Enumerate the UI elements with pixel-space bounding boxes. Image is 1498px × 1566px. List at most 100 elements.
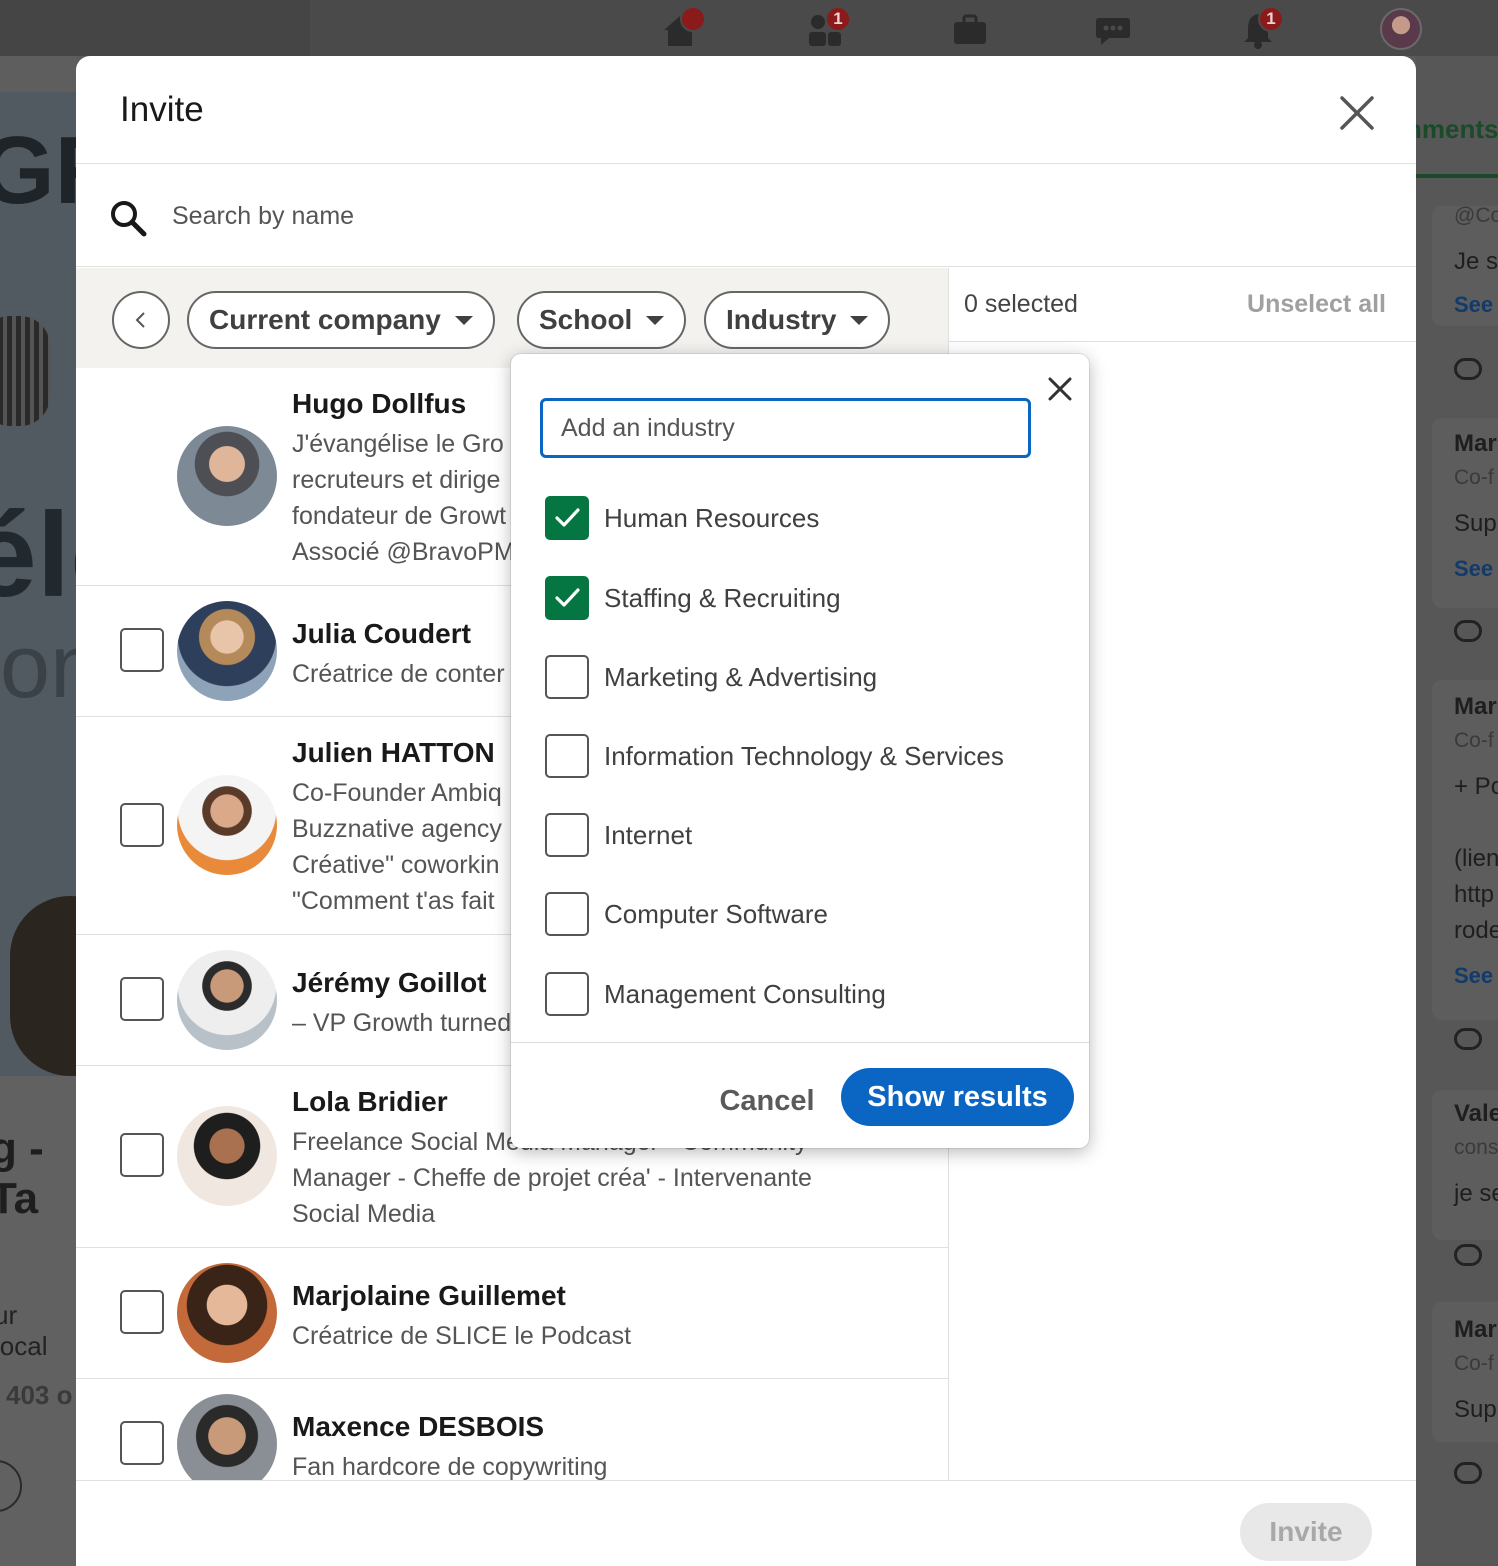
search-icon xyxy=(111,201,147,237)
person-row[interactable]: Maxence DESBOIS Fan hardcore de copywrit… xyxy=(76,1379,948,1480)
person-headline: recruteurs et dirige xyxy=(292,466,501,494)
notifications-badge: 1 xyxy=(1258,6,1284,32)
unselect-all-button[interactable]: Unselect all xyxy=(1247,290,1386,319)
person-checkbox[interactable] xyxy=(120,1133,164,1177)
person-name: Maxence DESBOIS xyxy=(292,1411,545,1442)
nav-messaging-icon xyxy=(1093,10,1133,50)
show-results-button[interactable]: Show results xyxy=(841,1068,1074,1126)
selected-count: 0 selected xyxy=(964,290,1078,318)
close-modal-button[interactable] xyxy=(1338,94,1376,132)
filter-industry[interactable]: Industry xyxy=(704,291,891,349)
nav-jobs-icon xyxy=(950,10,990,50)
search-row xyxy=(76,164,1416,267)
avatar xyxy=(177,775,277,875)
filter-label: Current company xyxy=(209,304,441,335)
background-comments-panel: nments @Co Je s See Mar Co-f Sup See Mar… xyxy=(1416,56,1498,1566)
background-comment-text: http xyxy=(1454,881,1495,908)
background-comments-tab: nments xyxy=(1416,114,1498,144)
background-comment-text: je se xyxy=(1454,1180,1498,1207)
background-banner-text: élé xyxy=(0,488,76,622)
filter-back-button[interactable] xyxy=(112,291,170,349)
person-headline: – VP Growth turned xyxy=(292,1009,512,1037)
person-headline: Co-Founder Ambiq xyxy=(292,779,502,807)
filter-current-company[interactable]: Current company xyxy=(187,291,495,349)
background-comment-text: Co-f xyxy=(1454,729,1494,752)
background-portrait xyxy=(10,896,76,1076)
modal-title: Invite xyxy=(120,90,204,129)
industry-checkbox[interactable] xyxy=(545,496,589,540)
caret-down-icon xyxy=(850,315,869,325)
person-name: Julien HATTON xyxy=(292,737,495,768)
person-name: Lola Bridier xyxy=(292,1086,448,1117)
background-banner-text: GR xyxy=(0,117,76,224)
background-comment-author: Mar xyxy=(1454,693,1497,720)
person-headline: "Comment t'as fait xyxy=(292,887,495,915)
industry-option-information-technology[interactable]: Information Technology & Services xyxy=(545,734,1004,778)
search-input[interactable] xyxy=(172,194,1372,238)
background-top-nav: 1 1 xyxy=(0,0,1498,56)
industry-option-label: Internet xyxy=(604,819,693,850)
cancel-button[interactable]: Cancel xyxy=(707,1076,827,1126)
background-comment-text: Co-f xyxy=(1454,466,1494,489)
comment-bubble-icon xyxy=(1454,1244,1482,1266)
person-headline: Fan hardcore de copywriting xyxy=(292,1453,608,1480)
industry-checkbox[interactable] xyxy=(545,734,589,778)
background-comment-text: cons xyxy=(1454,1136,1498,1159)
person-checkbox[interactable] xyxy=(120,1421,164,1465)
close-icon xyxy=(1340,96,1374,130)
person-headline: Créative" coworkin xyxy=(292,851,500,879)
industry-option-human-resources[interactable]: Human Resources xyxy=(545,496,819,540)
person-headline: Social Media xyxy=(292,1200,436,1228)
network-badge: 1 xyxy=(825,6,851,32)
person-checkbox[interactable] xyxy=(120,803,164,847)
industry-option-management-consulting[interactable]: Management Consulting xyxy=(545,972,886,1016)
background-banner-text: ron xyxy=(0,617,76,717)
close-icon xyxy=(1048,377,1072,401)
nav-home-icon xyxy=(660,6,706,50)
filter-label: Industry xyxy=(726,304,837,335)
avatar xyxy=(177,950,277,1050)
industry-checkbox[interactable] xyxy=(545,813,589,857)
avatar xyxy=(177,601,277,701)
person-row[interactable]: Marjolaine Guillemet Créatrice de SLICE … xyxy=(76,1248,948,1379)
person-headline: Buzznative agency xyxy=(292,815,502,843)
avatar xyxy=(177,1106,277,1206)
person-name: Hugo Dollfus xyxy=(292,388,467,419)
background-comment-author: Mar xyxy=(1454,1316,1497,1343)
person-name: Marjolaine Guillemet xyxy=(292,1280,566,1311)
filter-bar: Current company School Industry xyxy=(76,268,948,368)
person-checkbox[interactable] xyxy=(120,977,164,1021)
industry-checkbox[interactable] xyxy=(545,576,589,620)
home-notification-dot xyxy=(680,6,706,32)
invite-button[interactable]: Invite xyxy=(1240,1503,1372,1561)
person-checkbox[interactable] xyxy=(120,628,164,672)
industry-option-computer-software[interactable]: Computer Software xyxy=(545,892,828,936)
caret-down-icon xyxy=(646,315,665,325)
person-checkbox[interactable] xyxy=(120,1290,164,1334)
industry-checkbox[interactable] xyxy=(545,892,589,936)
background-see-more: See xyxy=(1454,292,1494,317)
filter-school[interactable]: School xyxy=(517,291,687,349)
microphone-icon xyxy=(0,316,50,426)
background-event-count: 403 o xyxy=(6,1380,73,1410)
industry-checkbox[interactable] xyxy=(545,655,589,699)
industry-checkbox[interactable] xyxy=(545,972,589,1016)
comment-bubble-icon xyxy=(1454,358,1482,380)
industry-option-internet[interactable]: Internet xyxy=(545,813,692,857)
person-headline: fondateur de Growt xyxy=(292,502,507,530)
industry-option-marketing-advertising[interactable]: Marketing & Advertising xyxy=(545,655,877,699)
background-tab-underline xyxy=(1416,174,1498,178)
industry-option-staffing-recruiting[interactable]: Staffing & Recruiting xyxy=(545,576,841,620)
modal-footer: Invite xyxy=(76,1480,1416,1566)
background-left-panel: GR élé ron g - Ta ur local 403 o xyxy=(0,56,76,1566)
background-see-more: See xyxy=(1454,556,1494,581)
caret-down-icon xyxy=(454,315,473,325)
dropdown-close-button[interactable] xyxy=(1047,376,1073,402)
person-headline: Créatrice de SLICE le Podcast xyxy=(292,1322,632,1350)
comment-bubble-icon xyxy=(1454,1028,1482,1050)
background-comment-text: @Co xyxy=(1454,204,1498,227)
background-see-more: See xyxy=(1454,963,1494,988)
add-industry-input[interactable] xyxy=(540,398,1031,458)
background-event-text: ur local xyxy=(0,1300,48,1361)
avatar xyxy=(177,1263,277,1363)
